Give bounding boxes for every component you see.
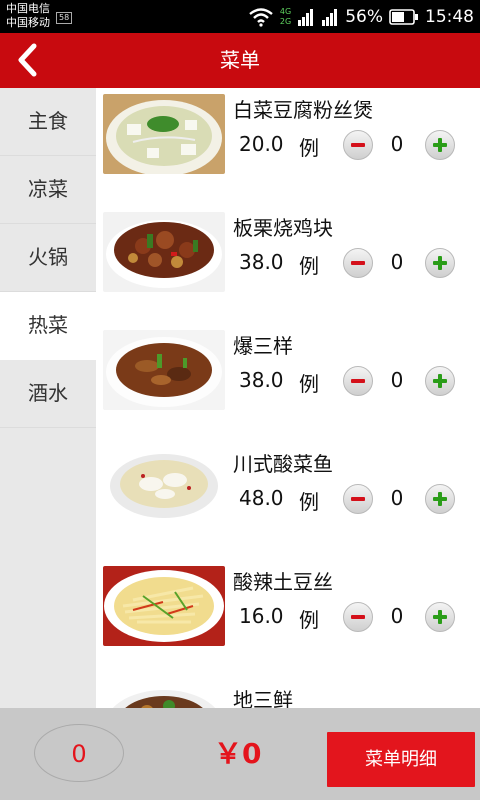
list-item: 地三鲜 — [97, 678, 480, 708]
dish-name: 地三鲜 — [233, 688, 293, 708]
dish-unit: 例 — [299, 372, 319, 396]
dish-image — [103, 566, 225, 646]
decrease-button[interactable] — [343, 130, 373, 160]
decrease-button[interactable] — [343, 602, 373, 632]
list-item: 川式酸菜鱼 48.0 例 0 — [97, 442, 480, 560]
dish-name: 爆三样 — [233, 334, 293, 358]
minus-icon — [351, 615, 365, 619]
dish-name: 白菜豆腐粉丝煲 — [233, 98, 373, 122]
battery-icon — [389, 8, 418, 25]
decrease-button[interactable] — [343, 366, 373, 396]
dish-price: 38.0 — [239, 250, 284, 274]
dish-list[interactable]: 白菜豆腐粉丝煲 20.0 例 0 板栗烧鸡块 38.0 例 0 爆三样 38.0… — [97, 88, 480, 708]
dish-image — [103, 94, 225, 174]
quantity-value: 0 — [390, 486, 404, 510]
list-item: 板栗烧鸡块 38.0 例 0 — [97, 206, 480, 324]
battery-percent: 56% — [345, 6, 383, 27]
signal-icon-2 — [322, 8, 338, 26]
cart-total: ￥0 — [214, 737, 262, 770]
dish-price: 38.0 — [239, 368, 284, 392]
page-title: 菜单 — [220, 48, 260, 72]
increase-button[interactable] — [425, 248, 455, 278]
category-drinks[interactable]: 酒水 — [0, 360, 96, 428]
increase-button[interactable] — [425, 602, 455, 632]
quantity-value: 0 — [390, 250, 404, 274]
dish-name: 酸辣土豆丝 — [233, 570, 333, 594]
list-item: 白菜豆腐粉丝煲 20.0 例 0 — [97, 88, 480, 206]
network-badge: 58 — [56, 12, 73, 24]
category-hotpot[interactable]: 火锅 — [0, 224, 96, 292]
app-bar: 菜单 — [0, 33, 480, 88]
dish-image — [103, 212, 225, 292]
category-sidebar: 主食 凉菜 火锅 热菜 酒水 — [0, 88, 96, 708]
carrier-label-1: 中国电信 — [6, 2, 50, 15]
dish-name: 川式酸菜鱼 — [233, 452, 333, 476]
increase-button[interactable] — [425, 366, 455, 396]
wifi-icon — [249, 7, 273, 27]
quantity-value: 0 — [390, 604, 404, 628]
increase-button[interactable] — [425, 484, 455, 514]
dish-price: 48.0 — [239, 486, 284, 510]
back-arrow-icon — [18, 43, 37, 77]
network-4g-label: 4G — [279, 6, 292, 16]
carrier-label-2: 中国移动 — [6, 16, 50, 29]
status-bar: 中国电信 中国移动 58 4G 2G 56% 15:48 — [0, 0, 480, 33]
minus-icon — [351, 261, 365, 265]
dish-image — [103, 330, 225, 410]
dish-price: 20.0 — [239, 132, 284, 156]
category-cold-dish[interactable]: 凉菜 — [0, 156, 96, 224]
clock: 15:48 — [425, 6, 474, 27]
signal-icon-1 — [298, 8, 314, 26]
quantity-value: 0 — [390, 368, 404, 392]
dish-unit: 例 — [299, 490, 319, 514]
minus-icon — [351, 379, 365, 383]
dish-unit: 例 — [299, 254, 319, 278]
category-staple[interactable]: 主食 — [0, 88, 96, 156]
cart-bar: 0 ￥0 菜单明细 — [0, 708, 480, 800]
quantity-value: 0 — [390, 132, 404, 156]
menu-detail-button[interactable]: 菜单明细 — [327, 732, 475, 787]
dish-unit: 例 — [299, 136, 319, 160]
dish-image — [103, 684, 225, 708]
back-button[interactable] — [10, 39, 50, 81]
minus-icon — [351, 497, 365, 501]
category-hot-dish[interactable]: 热菜 — [0, 292, 96, 360]
list-item: 酸辣土豆丝 16.0 例 0 — [97, 560, 480, 678]
cart-count[interactable]: 0 — [34, 724, 124, 782]
dish-name: 板栗烧鸡块 — [233, 216, 333, 240]
list-item: 爆三样 38.0 例 0 — [97, 324, 480, 442]
network-2g-label: 2G — [279, 16, 292, 26]
increase-button[interactable] — [425, 130, 455, 160]
decrease-button[interactable] — [343, 484, 373, 514]
minus-icon — [351, 143, 365, 147]
dish-image — [103, 448, 225, 528]
dish-unit: 例 — [299, 608, 319, 632]
dish-price: 16.0 — [239, 604, 284, 628]
decrease-button[interactable] — [343, 248, 373, 278]
